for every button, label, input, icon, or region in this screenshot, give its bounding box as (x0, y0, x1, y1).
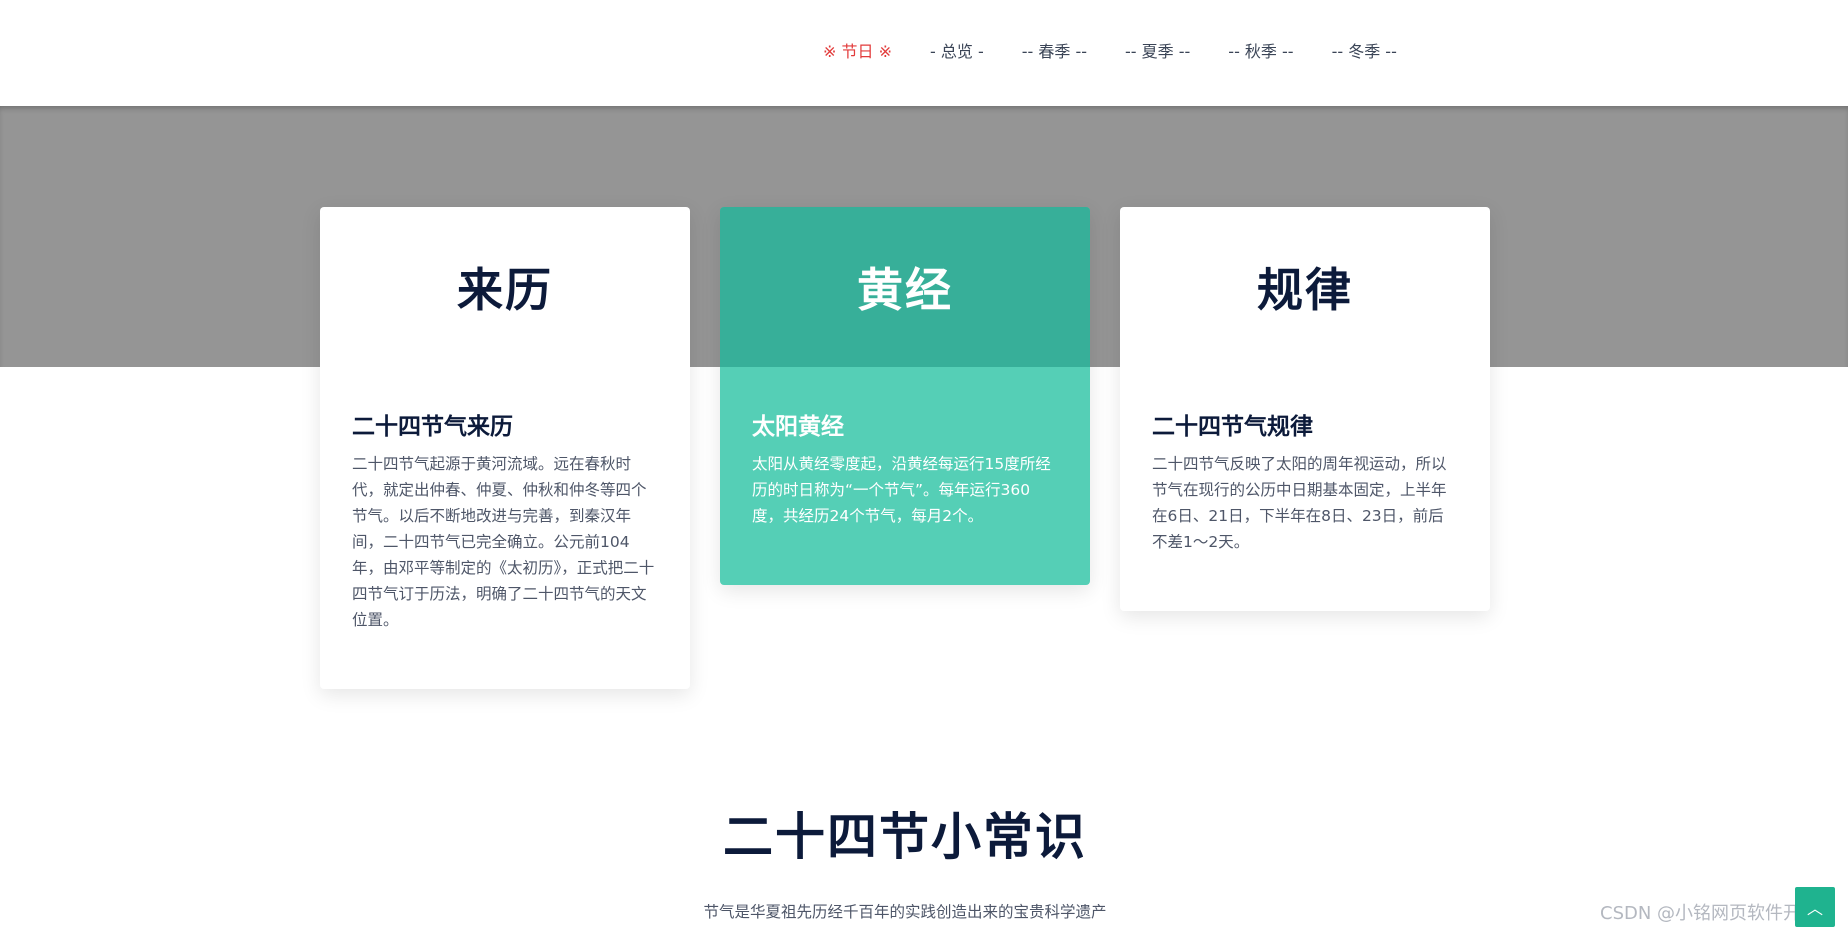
card-ecliptic: 黄经 太阳黄经 太阳从黄经零度起，沿黄经每运行15度所经历的时日称为“一个节气”… (720, 207, 1090, 585)
chevron-up-icon: ︿ (1806, 899, 1823, 918)
nav-item-overview[interactable]: - 总览 - (930, 40, 984, 64)
site-header: ※ 节日 ※ - 总览 - -- 春季 -- -- 夏季 -- -- 秋季 --… (0, 0, 1848, 106)
card-title: 规律 (1257, 263, 1353, 317)
section-text: 节气是华夏祖先历经千百年的实践创造出来的宝贵科学遗产 (703, 903, 1107, 921)
card-body: 太阳黄经 太阳从黄经零度起，沿黄经每运行15度所经历的时日称为“一个节气”。每年… (720, 367, 1090, 585)
nav-item-spring[interactable]: -- 春季 -- (1022, 40, 1087, 64)
card-origin: 来历 二十四节气来历 二十四节气起源于黄河流域。远在春秋时代，就定出仲春、仲夏、… (320, 207, 690, 689)
card-header: 规律 (1120, 207, 1490, 367)
card-header: 黄经 (720, 207, 1090, 367)
section-title: 二十四节小常识 (723, 808, 1087, 866)
scroll-top-button[interactable]: ︿ (1795, 887, 1835, 927)
page: ※ 节日 ※ - 总览 - -- 春季 -- -- 夏季 -- -- 秋季 --… (0, 0, 1848, 931)
card-title: 黄经 (857, 263, 953, 317)
nav-item-summer[interactable]: -- 夏季 -- (1125, 40, 1190, 64)
card-subtitle: 二十四节气来历 (352, 414, 513, 440)
nav-item-festival[interactable]: ※ 节日 ※ (823, 40, 892, 64)
card-body: 二十四节气来历 二十四节气起源于黄河流域。远在春秋时代，就定出仲春、仲夏、仲秋和… (320, 367, 690, 689)
nav-item-autumn[interactable]: -- 秋季 -- (1228, 40, 1293, 64)
card-body: 二十四节气规律 二十四节气反映了太阳的周年视运动，所以节气在现行的公历中日期基本… (1120, 367, 1490, 611)
card-subtitle: 太阳黄经 (752, 414, 844, 440)
card-subtitle: 二十四节气规律 (1152, 414, 1313, 440)
watermark: CSDN @小铭网页软件开发 (1600, 903, 1820, 924)
card-title: 来历 (457, 263, 553, 317)
card-text: 太阳从黄经零度起，沿黄经每运行15度所经历的时日称为“一个节气”。每年运行360… (752, 455, 1051, 525)
nav-item-winter[interactable]: -- 冬季 -- (1332, 40, 1397, 64)
card-text: 二十四节气反映了太阳的周年视运动，所以节气在现行的公历中日期基本固定，上半年在6… (1152, 455, 1447, 551)
card-text: 二十四节气起源于黄河流域。远在春秋时代，就定出仲春、仲夏、仲秋和仲冬等四个节气。… (352, 455, 655, 629)
card-pattern: 规律 二十四节气规律 二十四节气反映了太阳的周年视运动，所以节气在现行的公历中日… (1120, 207, 1490, 611)
card-header: 来历 (320, 207, 690, 367)
main-nav: ※ 节日 ※ - 总览 - -- 春季 -- -- 夏季 -- -- 秋季 --… (823, 40, 1435, 64)
